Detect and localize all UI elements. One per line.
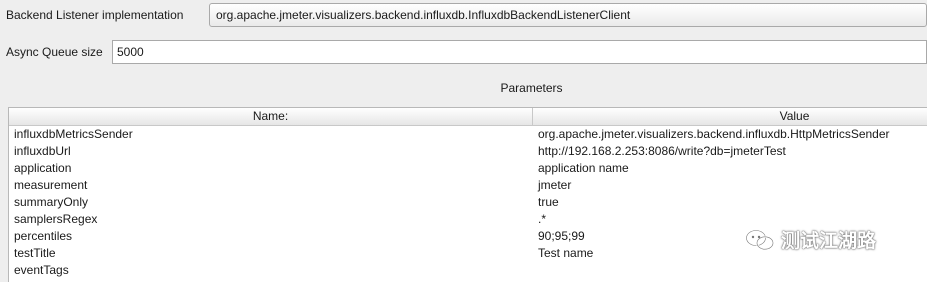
- param-name: measurement: [14, 178, 88, 192]
- column-header-value[interactable]: Value: [533, 108, 927, 125]
- param-value: Test name: [538, 246, 594, 260]
- param-value: .*: [538, 212, 547, 226]
- param-name: summaryOnly: [14, 195, 89, 209]
- column-header-name[interactable]: Name:: [9, 108, 533, 125]
- async-queue-size-input[interactable]: 5000: [112, 40, 927, 64]
- param-value: http://192.168.2.253:8086/write?db=jmete…: [538, 144, 786, 158]
- table-row[interactable]: summaryOnly true: [9, 194, 927, 211]
- param-name: influxdbMetricsSender: [14, 127, 133, 141]
- watermark: 测试江湖路: [745, 226, 876, 253]
- param-value: true: [538, 195, 559, 209]
- table-row[interactable]: eventTags: [9, 262, 927, 279]
- table-body: influxdbMetricsSender org.apache.jmeter.…: [9, 126, 927, 279]
- backend-listener-selected-value: org.apache.jmeter.visualizers.backend.in…: [216, 8, 631, 22]
- param-value: application name: [538, 161, 629, 175]
- param-value: org.apache.jmeter.visualizers.backend.in…: [538, 127, 890, 141]
- table-row[interactable]: measurement jmeter: [9, 177, 927, 194]
- parameters-title: Parameters: [500, 81, 563, 95]
- table-header: Name: Value: [9, 108, 927, 126]
- param-name: influxdbUrl: [14, 144, 71, 158]
- param-value: 90;95;99: [538, 229, 585, 243]
- async-queue-label: Async Queue size: [6, 45, 103, 59]
- param-name: testTitle: [14, 246, 56, 260]
- wechat-icon: [745, 229, 774, 250]
- table-row[interactable]: influxdbMetricsSender org.apache.jmeter.…: [9, 126, 927, 143]
- parameters-table[interactable]: Name: Value influxdbMetricsSender org.ap…: [8, 107, 927, 282]
- backend-listener-label: Backend Listener implementation: [6, 8, 184, 22]
- table-row[interactable]: influxdbUrl http://192.168.2.253:8086/wr…: [9, 143, 927, 160]
- param-value: jmeter: [538, 178, 572, 192]
- watermark-text: 测试江湖路: [781, 231, 877, 252]
- backend-listener-select[interactable]: org.apache.jmeter.visualizers.backend.in…: [209, 3, 927, 27]
- table-row[interactable]: application application name: [9, 160, 927, 177]
- param-name: eventTags: [14, 263, 69, 277]
- param-name: percentiles: [14, 229, 73, 243]
- async-queue-size-value: 5000: [117, 45, 144, 59]
- param-name: samplersRegex: [14, 212, 98, 226]
- param-name: application: [14, 161, 72, 175]
